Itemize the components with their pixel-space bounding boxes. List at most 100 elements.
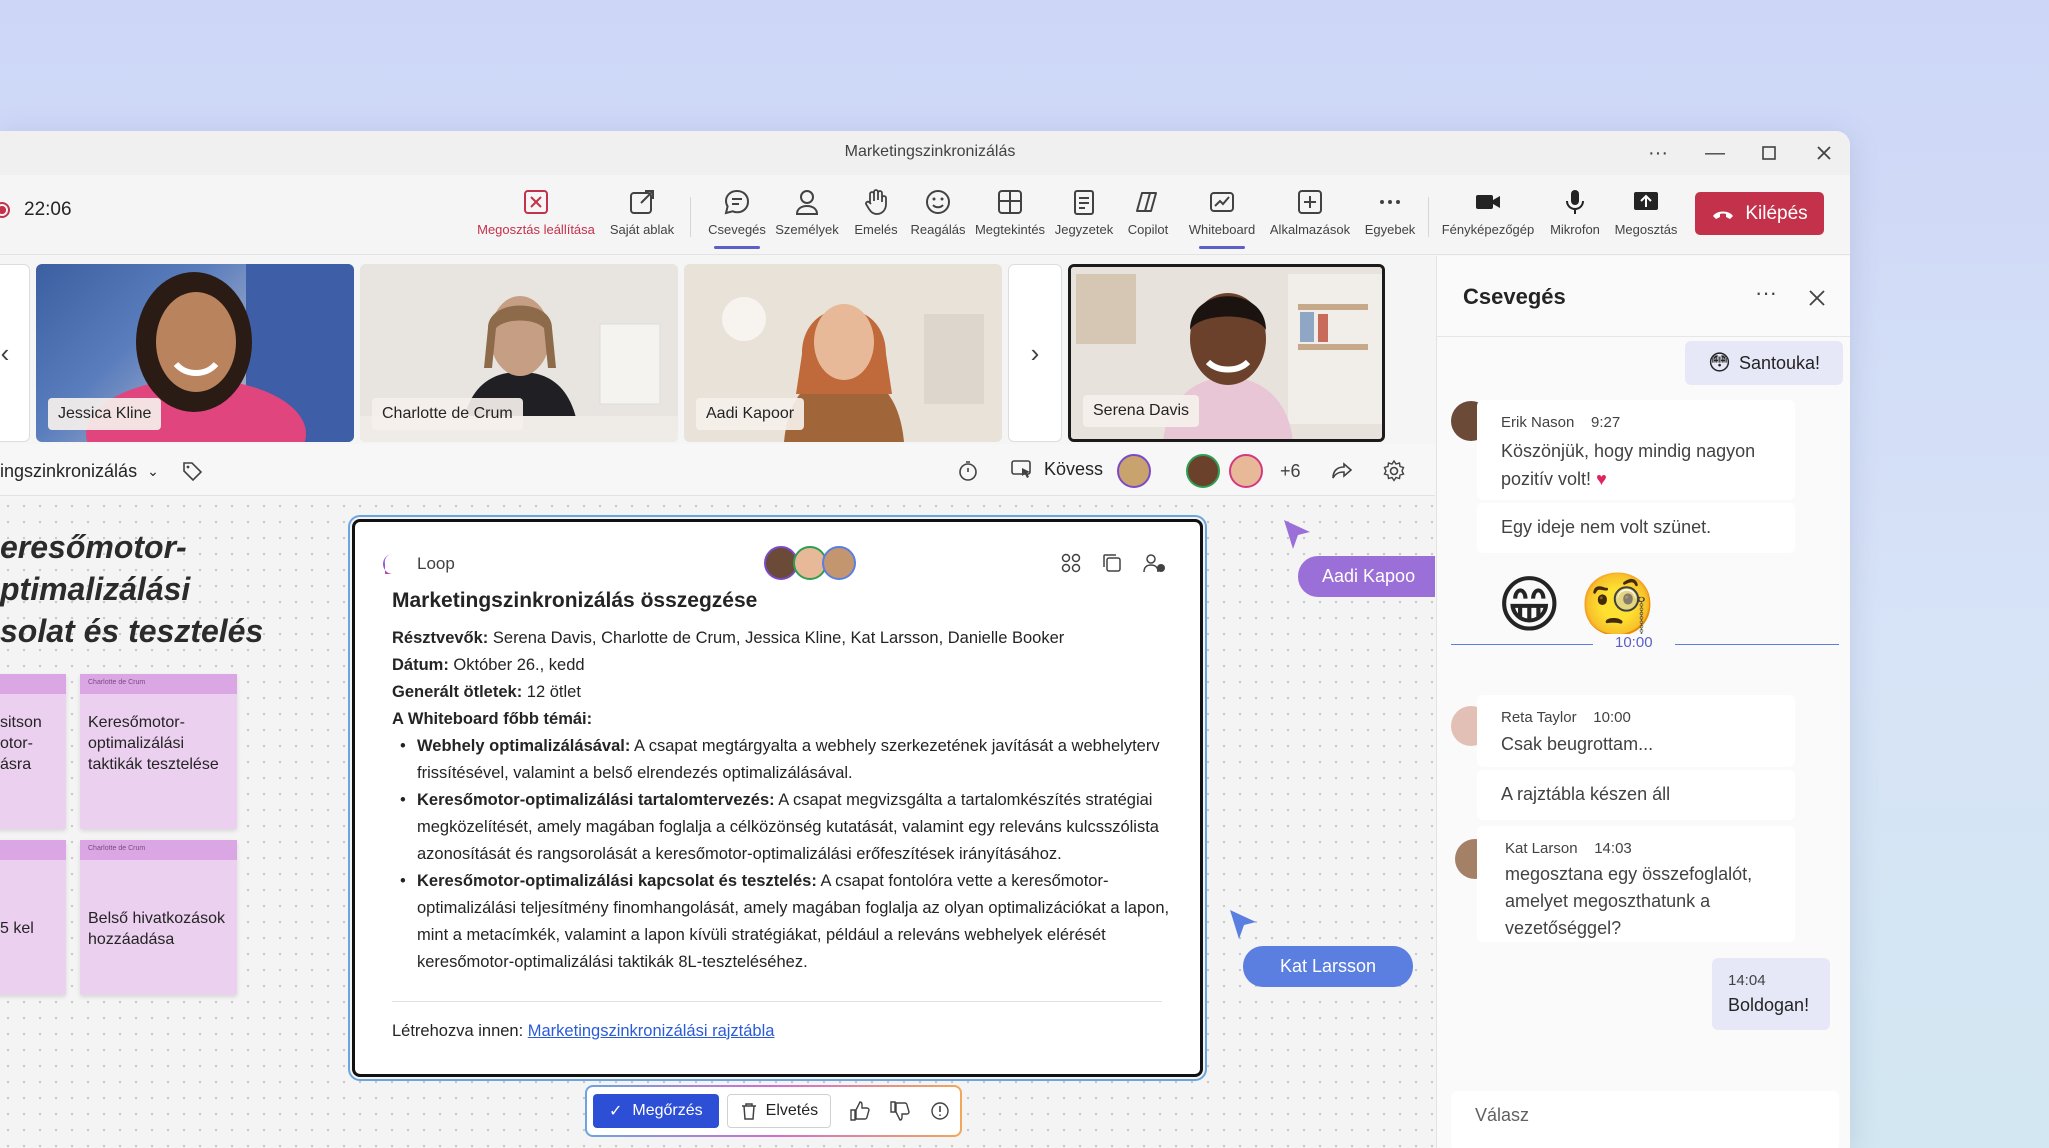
cursor-label: Kat Larsson xyxy=(1243,946,1413,987)
timer-icon[interactable] xyxy=(957,460,979,482)
loop-title: Marketingszinkronizálás összegzése xyxy=(392,589,758,612)
copilot-icon xyxy=(1136,192,1157,212)
tag-icon[interactable] xyxy=(181,460,203,482)
stop-sharing-button[interactable]: Megosztás leállítása xyxy=(476,187,596,237)
loop-summary-card[interactable]: Loop Marketingszinkronizálás összegzése … xyxy=(348,515,1207,1081)
more-participants-count[interactable]: +6 xyxy=(1280,461,1301,482)
chat-button[interactable]: Csevegés xyxy=(702,187,772,249)
source-link[interactable]: Marketingszinkronizálási rajztábla xyxy=(528,1022,775,1040)
message-bubble[interactable]: 😳 Santouka! xyxy=(1685,341,1843,385)
keep-button[interactable]: ✓ Megőrzés xyxy=(593,1094,719,1128)
ellipsis-icon xyxy=(1380,200,1400,204)
notes-button[interactable]: Jegyzetek xyxy=(1052,187,1116,237)
hang-up-icon xyxy=(1713,211,1734,219)
trash-icon xyxy=(741,1103,756,1120)
note-author xyxy=(0,674,66,694)
view-layout-icon xyxy=(998,190,1022,214)
avatar[interactable] xyxy=(1186,454,1220,488)
collaborator-cursor-icon xyxy=(1284,520,1310,549)
record-icon xyxy=(0,202,10,218)
popout-icon xyxy=(630,190,654,214)
minimize-button[interactable]: — xyxy=(1689,131,1741,175)
stop-share-icon xyxy=(524,190,548,214)
message-bubble[interactable]: A rajztábla készen áll xyxy=(1477,770,1795,820)
avatar xyxy=(822,546,856,580)
sticky-note[interactable]: 5 kel xyxy=(0,840,66,995)
next-participants-button[interactable]: › xyxy=(1008,264,1062,442)
emoji-icon: 😳 xyxy=(1708,350,1731,375)
popout-window-button[interactable]: Saját ablak xyxy=(602,187,682,237)
chevron-down-icon: ⌄ xyxy=(147,462,159,479)
discard-button[interactable]: Elvetés xyxy=(726,1094,832,1128)
participant-name: Serena Davis xyxy=(1083,395,1200,427)
react-button[interactable]: Reagálás xyxy=(906,187,970,237)
whiteboard-title-dropdown[interactable]: ingszinkronizálás ⌄ xyxy=(0,460,203,482)
whiteboard-heading: eresőmotor- ptimalizálási solat és teszt… xyxy=(0,529,264,649)
reply-input[interactable]: Válasz xyxy=(1451,1091,1839,1148)
message-bubble[interactable]: Egy ideje nem volt szünet. xyxy=(1477,503,1795,553)
participant-name: Aadi Kapoor xyxy=(696,398,805,430)
more-button[interactable]: Egyebek xyxy=(1358,187,1422,237)
follow-button[interactable]: Kövess xyxy=(1010,458,1103,480)
microphone-icon xyxy=(1566,190,1584,214)
chat-icon xyxy=(724,189,750,215)
share-icon[interactable] xyxy=(1330,459,1354,483)
avatar[interactable] xyxy=(1229,454,1263,488)
more-options-icon[interactable]: ··· xyxy=(1632,131,1684,175)
copilot-button[interactable]: Copilot xyxy=(1120,187,1176,237)
topics-list: Webhely optimalizálásával: A csapat megt… xyxy=(392,733,1192,976)
close-window-button[interactable] xyxy=(1798,131,1850,175)
camera-button[interactable]: Fényképezőgép xyxy=(1436,187,1540,237)
thumbs-up-icon[interactable] xyxy=(849,1100,871,1122)
follow-screen-icon xyxy=(1011,460,1031,478)
copy-icon[interactable] xyxy=(1101,552,1123,574)
message-bubble[interactable]: Erik Nason 9:27 Köszönjük, hogy mindig n… xyxy=(1477,400,1795,500)
apps-button[interactable]: Alkalmazások xyxy=(1266,187,1354,237)
chevron-left-icon: ‹ xyxy=(0,337,10,368)
prev-participants-button[interactable]: ‹ xyxy=(0,264,30,442)
settings-gear-icon[interactable] xyxy=(1382,459,1406,483)
sticky-note[interactable]: Charlotte de Crum Keresőmotor-optimalizá… xyxy=(80,674,237,829)
loop-source: Létrehozva innen: Marketingszinkronizálá… xyxy=(392,1022,775,1040)
video-tile[interactable]: Charlotte de Crum xyxy=(360,264,678,442)
components-icon[interactable] xyxy=(1060,552,1082,574)
close-chat-icon[interactable] xyxy=(1807,288,1827,308)
loop-logo-icon xyxy=(383,553,398,574)
sticky-note[interactable]: sitson otor- ásra xyxy=(0,674,66,829)
monocle-emoji-icon: 🧐 xyxy=(1579,571,1657,640)
recording-indicator: 22:06 xyxy=(0,199,72,221)
whiteboard-icon xyxy=(1210,192,1234,212)
avatar[interactable] xyxy=(1117,454,1151,488)
sticky-note[interactable]: Charlotte de Crum Belső hivatkozások hoz… xyxy=(80,840,237,995)
feedback-info-icon[interactable] xyxy=(929,1100,951,1122)
video-tile[interactable]: Jessica Kline xyxy=(36,264,354,442)
microphone-button[interactable]: Mikrofon xyxy=(1544,187,1606,237)
message-bubble[interactable]: 14:04 Boldogan! xyxy=(1712,958,1830,1030)
loop-body: Résztvevők: Serena Davis, Charlotte de C… xyxy=(392,625,1192,976)
thumbs-down-icon[interactable] xyxy=(889,1100,911,1122)
chat-panel: Csevegés ··· 😳 Santouka! Erik Nason 9:27… xyxy=(1436,256,1850,1148)
chat-more-icon[interactable]: ··· xyxy=(1755,280,1777,306)
loop-action-bar: ✓ Megőrzés Elvetés xyxy=(585,1085,962,1137)
leave-button[interactable]: Kilépés xyxy=(1695,192,1824,235)
note-author: Charlotte de Crum xyxy=(80,674,237,694)
collaborator-cursor-icon xyxy=(1230,910,1256,939)
message-bubble[interactable]: Reta Taylor 10:00 Csak beugrottam... xyxy=(1477,695,1795,767)
raise-hand-icon xyxy=(865,189,887,215)
share-people-icon[interactable] xyxy=(1143,552,1167,574)
message-bubble[interactable]: Kat Larson 14:03 megosztana egy összefog… xyxy=(1477,826,1795,942)
view-button[interactable]: Megtekintés xyxy=(972,187,1048,237)
people-button[interactable]: Személyek xyxy=(770,187,844,237)
camera-icon xyxy=(1476,195,1500,209)
window-title: Marketingszinkronizálás xyxy=(844,143,1016,160)
video-tile[interactable]: Aadi Kapoor xyxy=(684,264,1002,442)
whiteboard-button[interactable]: Whiteboard xyxy=(1182,187,1262,249)
video-tile[interactable]: Serena Davis xyxy=(1068,264,1385,442)
maximize-button[interactable] xyxy=(1743,131,1795,175)
share-screen-icon xyxy=(1634,192,1658,210)
raise-hand-button[interactable]: Emelés xyxy=(848,187,904,237)
participant-name: Charlotte de Crum xyxy=(372,398,523,430)
people-icon xyxy=(795,190,819,215)
share-button[interactable]: Megosztás xyxy=(1610,187,1682,237)
note-author xyxy=(0,840,66,860)
